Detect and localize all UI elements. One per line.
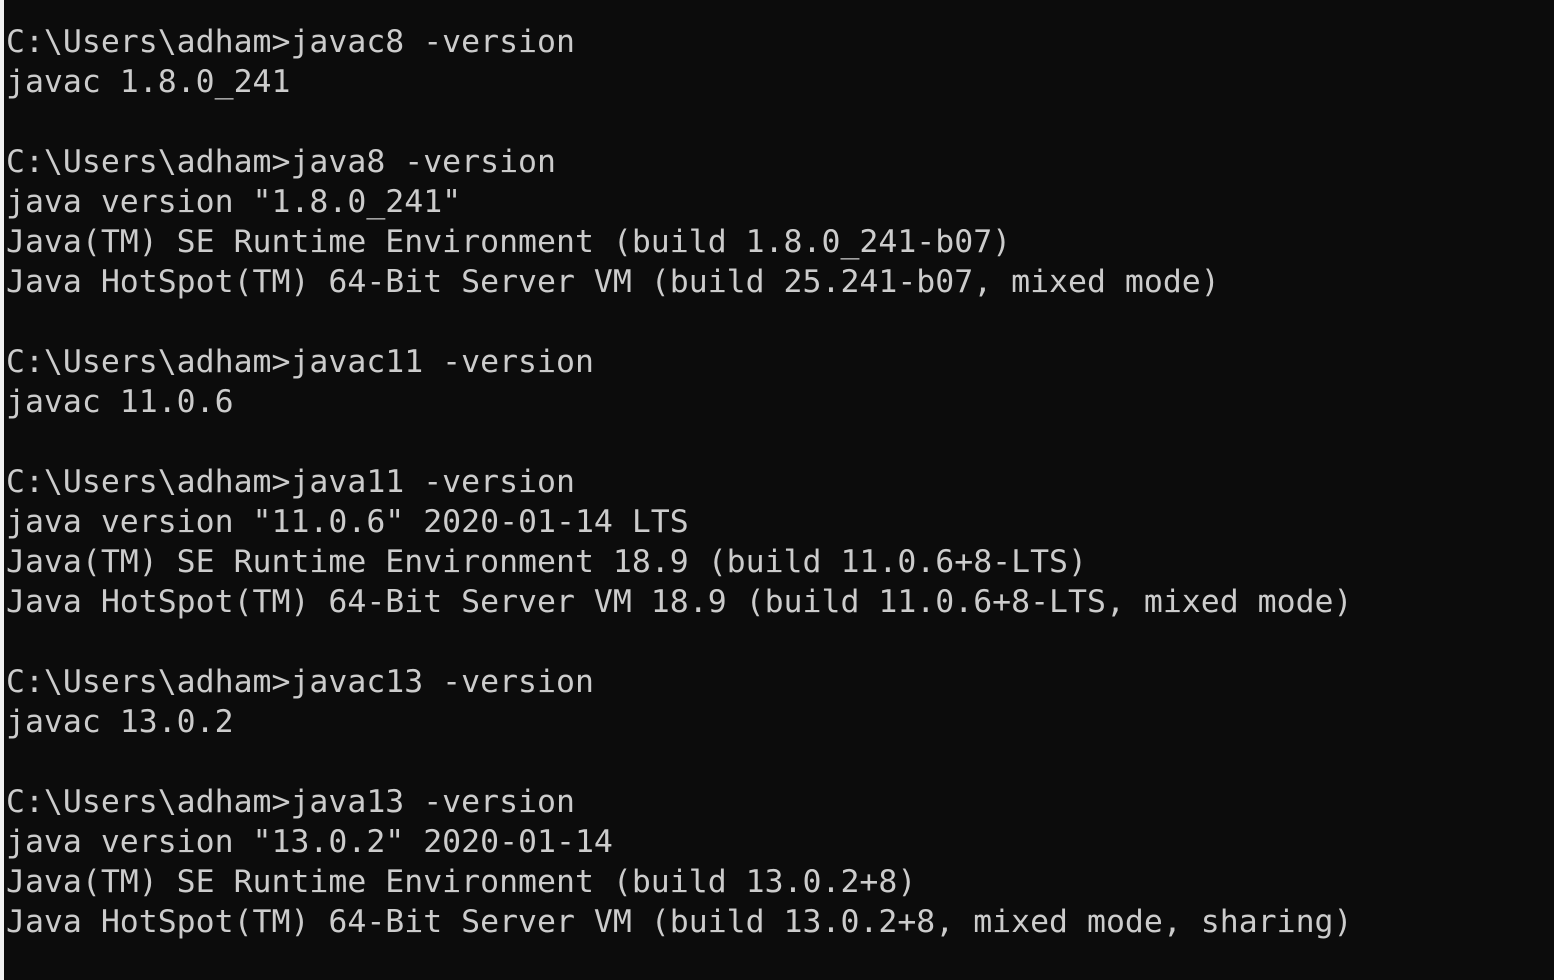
output-line: Java HotSpot(TM) 64-Bit Server VM 18.9 (…: [6, 584, 1353, 620]
command-line: C:\Users\adham>javac11 -version: [6, 344, 594, 380]
output-line: Java HotSpot(TM) 64-Bit Server VM (build…: [6, 904, 1353, 940]
output-line: java version "1.8.0_241": [6, 184, 462, 220]
output-line: javac 13.0.2: [6, 704, 234, 740]
command-line: C:\Users\adham>javac13 -version: [6, 664, 594, 700]
command-line: C:\Users\adham>java11 -version: [6, 464, 575, 500]
output-line: java version "11.0.6" 2020-01-14 LTS: [6, 504, 689, 540]
window-edge: [0, 0, 4, 980]
output-line: Java(TM) SE Runtime Environment 18.9 (bu…: [6, 544, 1087, 580]
output-line: javac 1.8.0_241: [6, 64, 291, 100]
output-line: Java HotSpot(TM) 64-Bit Server VM (build…: [6, 264, 1220, 300]
command-line: C:\Users\adham>javac8 -version: [6, 24, 575, 60]
output-line: javac 11.0.6: [6, 384, 234, 420]
command-line: C:\Users\adham>java13 -version: [6, 784, 575, 820]
output-line: Java(TM) SE Runtime Environment (build 1…: [6, 864, 917, 900]
output-line: Java(TM) SE Runtime Environment (build 1…: [6, 224, 1012, 260]
command-line: C:\Users\adham>java8 -version: [6, 144, 556, 180]
terminal-output[interactable]: C:\Users\adham>javac8 -version javac 1.8…: [6, 22, 1554, 980]
output-line: java version "13.0.2" 2020-01-14: [6, 824, 613, 860]
